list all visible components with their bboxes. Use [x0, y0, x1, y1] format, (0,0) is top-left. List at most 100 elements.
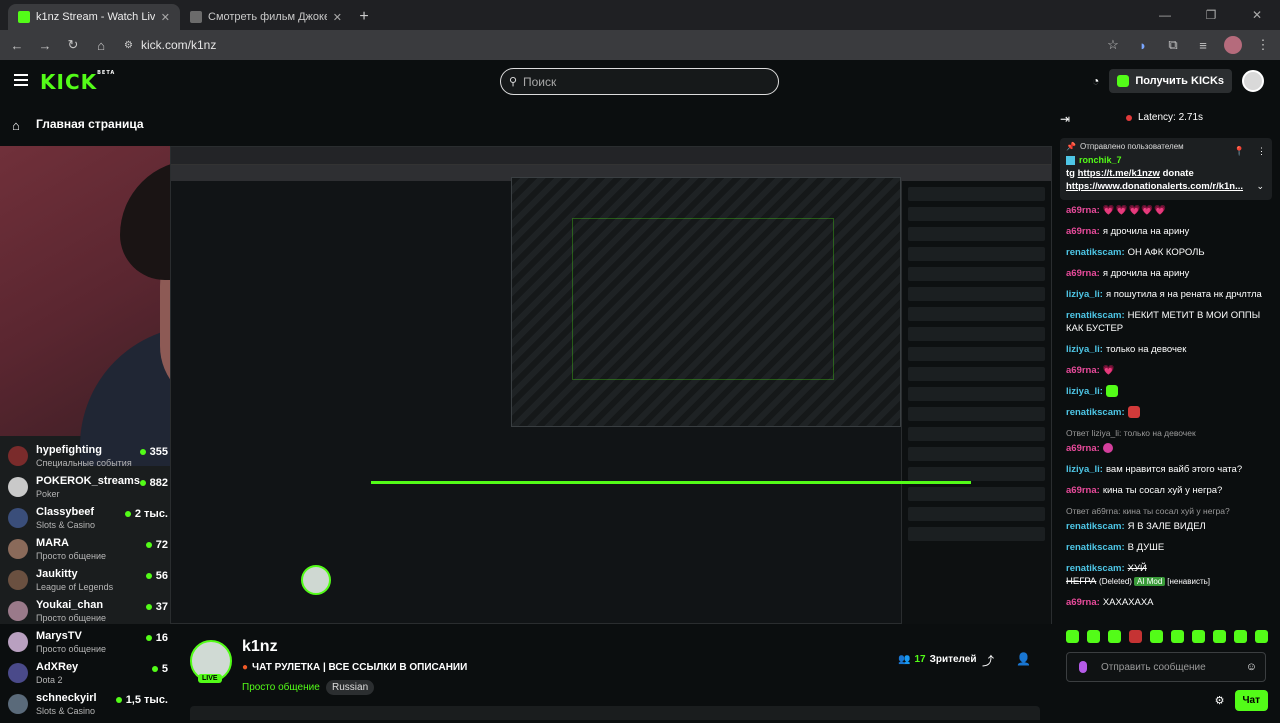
forward-icon[interactable]: → — [36, 36, 54, 54]
chat-message: renatikscam: — [1066, 406, 1272, 419]
avatar[interactable] — [1242, 70, 1264, 92]
emote-icon[interactable] — [1234, 630, 1247, 643]
viewer-count: 5 — [151, 663, 168, 675]
list-item[interactable]: Classybeef Slots & Casino 2 тыс. — [8, 506, 168, 537]
search-input[interactable]: ⚲ Поиск — [500, 68, 779, 95]
chat-message: a69rna: 💗 — [1066, 365, 1116, 376]
unpin-icon[interactable]: 📍 — [1234, 146, 1245, 157]
viewer-label: Зрителей — [929, 654, 977, 665]
viewer-count: 2 тыс. — [124, 508, 168, 520]
pinned-username[interactable]: ronchik_7 — [1079, 155, 1122, 165]
get-kicks-label: Получить KICKs — [1135, 75, 1224, 87]
channel-name: POKEROK_streams — [36, 475, 140, 487]
channel-category: Просто общение — [36, 613, 106, 623]
list-item[interactable]: POKEROK_streams Poker 882 — [8, 475, 168, 506]
list-item[interactable]: schneckyirl Slots & Casino 1,5 тыс. — [8, 692, 168, 723]
list-item[interactable]: MarysTV Просто общение 16 — [8, 630, 168, 661]
audio-icon[interactable]: ◗ — [1134, 36, 1152, 54]
bookmark-star-icon[interactable]: ☆ — [1104, 36, 1122, 54]
chevron-down-icon[interactable]: ⌄ — [1256, 181, 1264, 192]
close-icon[interactable]: ✕ — [333, 11, 342, 24]
emote-icon[interactable] — [1066, 630, 1079, 643]
browser-profile-avatar[interactable] — [1224, 36, 1242, 54]
emote-icon[interactable] — [1171, 630, 1184, 643]
emote-icon[interactable] — [1213, 630, 1226, 643]
list-item[interactable]: MARA Просто общение 72 — [8, 537, 168, 568]
get-kicks-button[interactable]: Получить KICKs — [1109, 69, 1232, 93]
pinned-link[interactable]: https://www.donationalerts.com/r/k1n... — [1066, 181, 1243, 192]
menu-icon[interactable] — [14, 74, 28, 86]
url-text: kick.com/k1nz — [140, 38, 217, 52]
home-link[interactable]: ⌂ Главная страница — [12, 117, 144, 133]
browser-tab-bar: k1nz Stream - Watch Live on Kick ✕ Смотр… — [0, 0, 1280, 30]
more-icon[interactable]: ⋮ — [1257, 146, 1266, 157]
site-info-icon[interactable]: ⚙ — [124, 40, 133, 51]
microphone-icon[interactable] — [1079, 661, 1087, 673]
menu-dots-icon[interactable]: ⋮ — [1254, 36, 1272, 54]
media-icon[interactable]: ≡ — [1194, 36, 1212, 54]
pinned-link[interactable]: https://t.me/k1nzw — [1078, 168, 1160, 179]
share-icon[interactable]: ⤴ — [982, 652, 994, 669]
avatar — [8, 632, 28, 652]
chat-message: liziya_li: я пошутила я на рената нк дрчл… — [1066, 289, 1262, 300]
kick-logo[interactable]: KICKBETA — [40, 70, 115, 94]
tab-kick[interactable]: k1nz Stream - Watch Live on Kick ✕ — [8, 4, 180, 30]
chat-message: a69rna: кина ты сосал хуй у негра? — [1066, 485, 1223, 496]
emote-icon[interactable] — [1087, 630, 1100, 643]
pinned-message: 📌 Отправлено пользователем ronchik_7 tg h… — [1060, 138, 1272, 200]
channel-category: Просто общение — [36, 551, 106, 561]
site-header: KICKBETA ⚲ Поиск ◔ Получить KICKs — [0, 60, 1280, 104]
notifications-icon[interactable]: ◔ — [1092, 74, 1099, 88]
viewer-count: 1,5 тыс. — [115, 694, 168, 706]
close-window-icon[interactable]: ✕ — [1234, 0, 1280, 30]
avatar — [8, 570, 28, 590]
chat-message: a69rna: я дрочила на арину — [1066, 226, 1190, 237]
stream-category[interactable]: Просто общение — [242, 682, 320, 693]
reload-icon[interactable]: ↻ — [64, 36, 82, 54]
maximize-icon[interactable]: ❐ — [1188, 0, 1234, 30]
extensions-icon[interactable]: ⧉ — [1164, 36, 1182, 54]
channel-name: Classybeef — [36, 506, 95, 518]
channel-name: Youkai_chan — [36, 599, 104, 611]
emoji-icon[interactable]: ☺ — [1246, 661, 1257, 673]
emote-icon[interactable] — [1150, 630, 1163, 643]
tab-label: k1nz Stream - Watch Live on Kick — [36, 11, 155, 23]
chat-messages: a69rna: 💗💗💗💗💗 a69rna: я дрочила на арину r… — [1066, 204, 1272, 617]
tab-movie[interactable]: Смотреть фильм Джокер онлайн ✕ — [180, 4, 352, 30]
chat-message: liziya_li: — [1066, 385, 1272, 398]
avatar — [8, 477, 28, 497]
back-icon[interactable]: ← — [8, 36, 26, 54]
emote-icon — [1102, 443, 1113, 454]
list-item[interactable]: AdXRey Dota 2 5 — [8, 661, 168, 692]
language-tag[interactable]: Russian — [326, 680, 375, 695]
address-bar[interactable]: ⚙ kick.com/k1nz — [120, 33, 1094, 57]
send-chat-button[interactable]: Чат — [1234, 690, 1268, 711]
close-icon[interactable]: ✕ — [161, 11, 170, 24]
list-item[interactable]: Youkai_chan Просто общение 37 — [8, 599, 168, 630]
captured-chat — [901, 181, 1051, 624]
emote-icon[interactable] — [1255, 630, 1268, 643]
chat-message: a69rna: 💗💗💗💗💗 — [1066, 205, 1167, 216]
collapse-chat-icon[interactable]: ⇥ — [1060, 112, 1070, 126]
home-icon[interactable]: ⌂ — [92, 36, 110, 54]
new-tab-button[interactable]: + — [352, 4, 376, 30]
browser-toolbar: ← → ↻ ⌂ ⚙ kick.com/k1nz ☆ ◗ ⧉ ≡ ⋮ — [0, 30, 1280, 60]
chat-panel: ⇥ Latency: 2.71s 📌 Отправлено пользовател… — [1052, 104, 1280, 720]
channel-category: League of Legends — [36, 582, 114, 592]
chat-message: liziya_li: только на девочек — [1066, 344, 1187, 355]
list-item[interactable]: Jaukitty League of Legends 56 — [8, 568, 168, 599]
list-item[interactable]: hypefighting Специальные события 355 — [8, 444, 168, 475]
channel-name: AdXRey — [36, 661, 79, 673]
fire-icon: ● — [242, 662, 249, 673]
streamer-name[interactable]: k1nz — [242, 638, 278, 656]
emote-icon[interactable] — [1108, 630, 1121, 643]
minimize-icon[interactable]: — — [1142, 0, 1188, 30]
avatar — [8, 446, 28, 466]
follow-icon[interactable]: 👤 — [1016, 652, 1031, 666]
captured-streamer-info — [301, 565, 331, 595]
users-icon: 👥 — [898, 654, 911, 665]
emote-icon[interactable] — [1192, 630, 1205, 643]
chat-input[interactable]: Отправить сообщение ☺ — [1066, 652, 1266, 682]
emote-icon[interactable] — [1129, 630, 1142, 643]
gear-icon[interactable]: ⚙ — [1215, 694, 1225, 707]
